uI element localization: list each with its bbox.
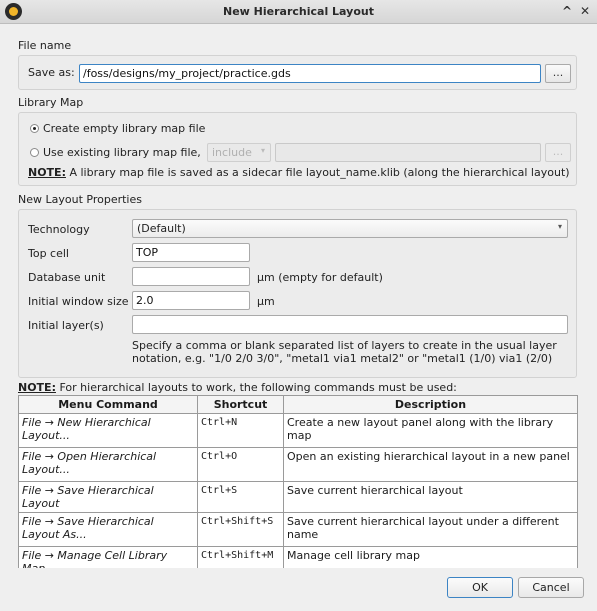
command-cell: File → Save Hierarchical Layout (18, 481, 198, 513)
shortcut-cell: Ctrl+N (197, 413, 284, 448)
description-cell: Manage cell library map (283, 546, 578, 568)
window-size-label: Initial window size (28, 295, 129, 308)
description-cell: Open an existing hierarchical layout in … (283, 447, 578, 482)
initial-layers-input[interactable] (132, 315, 568, 334)
properties-group: Technology (Default) ▾ Top cell TOP Data… (18, 209, 577, 378)
initial-layers-label: Initial layer(s) (28, 319, 104, 332)
save-as-input[interactable]: /foss/designs/my_project/practice.gds (79, 64, 541, 83)
chevron-down-icon: ▾ (557, 222, 562, 231)
initial-layers-help: Specify a comma or blank separated list … (132, 339, 557, 365)
technology-select[interactable]: (Default) ▾ (132, 219, 568, 238)
shortcut-cell: Ctrl+O (197, 447, 284, 482)
commands-note-text: For hierarchical layouts to work, the fo… (55, 381, 457, 394)
command-cell: File → Manage Cell Library Map... (18, 546, 198, 568)
command-cell: File → Save Hierarchical Layout As... (18, 512, 198, 547)
commands-note: NOTE: For hierarchical layouts to work, … (18, 381, 457, 394)
library-map-note-text: A library map file is saved as a sidecar… (65, 166, 570, 179)
technology-value: (Default) (137, 222, 186, 235)
create-empty-map-label[interactable]: Create empty library map file (43, 122, 205, 135)
map-mode-value: include (212, 146, 252, 159)
database-unit-label: Database unit (28, 271, 106, 284)
existing-map-path-input[interactable] (275, 143, 541, 162)
column-header: Description (283, 395, 578, 414)
library-map-group: Create empty library map file Use existi… (18, 112, 577, 186)
table-row: File → Open Hierarchical Layout... Ctrl+… (18, 447, 578, 482)
window-size-input[interactable]: 2.0 (132, 291, 250, 310)
column-header: Shortcut (197, 395, 284, 414)
command-cell: File → New Hierarchical Layout... (18, 413, 198, 448)
shortcut-cell: Ctrl+Shift+M (197, 546, 284, 568)
save-as-browse-button[interactable]: ... (545, 64, 571, 83)
title-bar: New Hierarchical Layout ^ ✕ (0, 0, 597, 24)
shortcut-cell: Ctrl+Shift+S (197, 512, 284, 547)
library-map-note-label: NOTE: (28, 166, 66, 179)
shortcut-cell: Ctrl+S (197, 481, 284, 513)
database-unit-input[interactable] (132, 267, 250, 286)
cancel-button[interactable]: Cancel (518, 577, 584, 598)
table-row: File → Save Hierarchical Layout As... Ct… (18, 512, 578, 547)
description-cell: Save current hierarchical layout under a… (283, 512, 578, 547)
command-cell: File → Open Hierarchical Layout... (18, 447, 198, 482)
database-unit-suffix: µm (empty for default) (257, 271, 383, 284)
description-cell: Save current hierarchical layout (283, 481, 578, 513)
file-name-section-label: File name (18, 39, 72, 52)
use-existing-map-radio[interactable] (30, 148, 39, 157)
use-existing-map-label[interactable]: Use existing library map file, (43, 146, 201, 159)
chevron-down-icon: ▾ (260, 146, 265, 155)
close-icon[interactable]: ✕ (578, 4, 592, 18)
ok-button[interactable]: OK (447, 577, 513, 598)
top-cell-label: Top cell (28, 247, 69, 260)
commands-note-label: NOTE: (18, 381, 56, 394)
maximize-icon[interactable]: ^ (560, 4, 574, 18)
table-row: File → Save Hierarchical Layout Ctrl+S S… (18, 481, 578, 513)
library-map-section-label: Library Map (18, 96, 84, 109)
window-title: New Hierarchical Layout (223, 5, 374, 18)
technology-label: Technology (28, 223, 90, 236)
properties-section-label: New Layout Properties (18, 193, 142, 206)
commands-table-viewport[interactable]: Menu Command Shortcut Description File →… (0, 395, 597, 568)
file-name-group: Save as: /foss/designs/my_project/practi… (18, 55, 577, 90)
library-map-note: NOTE: A library map file is saved as a s… (28, 166, 570, 179)
create-empty-map-radio[interactable] (30, 124, 39, 133)
table-header-row: Menu Command Shortcut Description (18, 395, 578, 414)
top-cell-input[interactable]: TOP (132, 243, 250, 262)
description-cell: Create a new layout panel along with the… (283, 413, 578, 448)
existing-map-browse-button[interactable]: ... (545, 143, 571, 162)
table-row: File → New Hierarchical Layout... Ctrl+N… (18, 413, 578, 448)
commands-table: Menu Command Shortcut Description File →… (18, 395, 578, 568)
save-as-label: Save as: (28, 66, 75, 79)
table-row: File → Manage Cell Library Map... Ctrl+S… (18, 546, 578, 568)
column-header: Menu Command (18, 395, 198, 414)
map-mode-select[interactable]: include ▾ (207, 143, 271, 162)
window-size-suffix: µm (257, 295, 275, 308)
